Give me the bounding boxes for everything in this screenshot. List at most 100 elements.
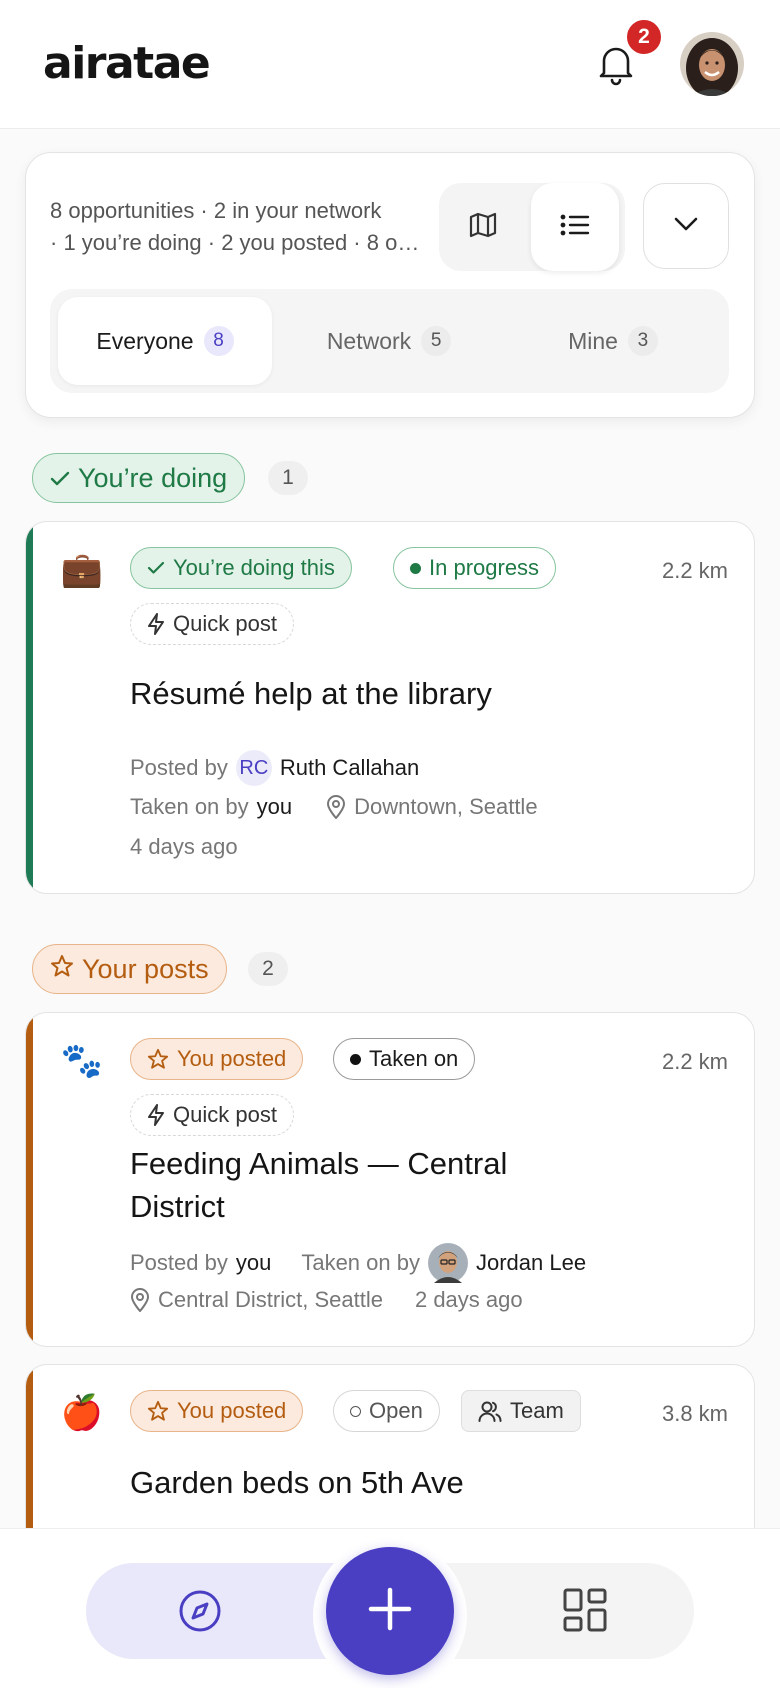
card-title-line-1: Feeding Animals — Central — [130, 1146, 508, 1181]
status-badge: In progress — [393, 547, 557, 589]
status-badge: You posted — [130, 1390, 304, 1432]
section-count: 1 — [268, 461, 308, 495]
map-view-button[interactable] — [439, 183, 527, 271]
status-dot — [350, 1053, 361, 1065]
tab-network[interactable]: Network 5 — [282, 297, 496, 385]
chip-label: You posted — [177, 1046, 287, 1071]
location-time: Central District, Seattle 2 days ago — [130, 1287, 523, 1313]
lightning-icon — [148, 613, 164, 635]
status-badge: Taken on — [333, 1038, 476, 1080]
status-dot — [350, 1405, 361, 1417]
star-icon — [147, 1048, 169, 1069]
poster-name: you — [235, 1250, 272, 1275]
check-icon — [50, 463, 70, 494]
posted-by: Posted by RC Ruth Callahan — [130, 750, 419, 786]
tab-mine[interactable]: Mine 3 — [506, 297, 720, 385]
notification-badge: 2 — [624, 17, 664, 57]
taker-name[interactable]: Jordan Lee — [476, 1250, 586, 1276]
filter-dropdown-button[interactable] — [643, 183, 729, 269]
plus-icon — [368, 1587, 412, 1636]
grid-icon[interactable] — [562, 1587, 608, 1633]
card-title[interactable]: Résumé help at the library — [130, 672, 492, 715]
distance: 2.2 km — [661, 558, 728, 583]
card-title[interactable]: Garden beds on 5th Ave — [130, 1461, 464, 1504]
bottom-nav — [0, 1528, 780, 1688]
status-badge: You’re doing this — [130, 547, 352, 589]
taken-on-by: Taken on by you Downtown, Seattle — [130, 794, 538, 820]
team-badge: Team — [461, 1390, 581, 1432]
location-pin-icon — [130, 1288, 150, 1312]
check-icon — [147, 561, 165, 574]
card-accent-stripe — [26, 1013, 33, 1346]
list-view-button[interactable] — [531, 183, 619, 271]
posted-by: Posted by you Taken on by Jordan Lee — [130, 1243, 586, 1283]
lightning-icon — [148, 1104, 164, 1126]
status-dot — [410, 562, 421, 574]
tab-count: 8 — [203, 326, 234, 356]
quick-post-badge: Quick post — [130, 603, 294, 645]
poster-name[interactable]: Ruth Callahan — [280, 755, 419, 781]
status-badge: Open — [333, 1390, 440, 1432]
summary-text: 8 opportunities · 2 in your network · 1 … — [50, 195, 422, 259]
summary-line-1: 8 opportunities · 2 in your network — [50, 198, 382, 223]
users-icon — [478, 1401, 502, 1422]
tab-count: 3 — [627, 326, 658, 356]
tab-label: Mine — [568, 327, 618, 354]
list-icon — [560, 212, 590, 243]
location-pin-icon — [327, 795, 346, 819]
audience-tabs: Everyone 8 Network 5 Mine 3 — [50, 289, 729, 393]
distance: 3.8 km — [661, 1401, 728, 1426]
app-header: airatae 2 — [0, 0, 780, 129]
apple-icon: 🍎 — [60, 1394, 104, 1432]
section-label: You’re doing — [78, 462, 228, 493]
chip-label: Quick post — [173, 1102, 277, 1127]
tab-label: Network — [326, 327, 412, 354]
summary-panel: 8 opportunities · 2 in your network · 1 … — [25, 152, 755, 418]
meta-label: Posted by — [130, 1250, 228, 1275]
meta-label: Taken on by — [130, 794, 249, 819]
card-title-line-2: District — [130, 1189, 225, 1224]
star-icon — [50, 954, 74, 985]
compass-icon[interactable] — [176, 1587, 224, 1635]
meta-label: Posted by — [130, 755, 228, 780]
avatar — [427, 1243, 468, 1283]
chip-label: Open — [369, 1398, 423, 1423]
tab-everyone[interactable]: Everyone 8 — [58, 297, 272, 385]
taker-name: you — [256, 794, 293, 819]
tab-label: Everyone — [96, 327, 194, 354]
chip-label: You’re doing this — [173, 555, 335, 580]
map-icon — [468, 210, 498, 245]
section-count: 2 — [248, 952, 288, 986]
section-doing-header[interactable]: You’re doing — [32, 453, 246, 503]
quick-post-badge: Quick post — [130, 1094, 294, 1136]
location: Downtown, Seattle — [354, 794, 538, 819]
location: Central District, Seattle — [158, 1287, 383, 1312]
card-title[interactable]: Feeding Animals — Central District — [130, 1142, 507, 1228]
distance: 2.2 km — [661, 1049, 728, 1074]
section-posts-header[interactable]: Your posts — [32, 944, 227, 994]
paw-prints-icon: 🐾 — [60, 1042, 104, 1080]
timestamp: 4 days ago — [130, 834, 238, 859]
card-accent-stripe — [26, 522, 33, 893]
opportunity-card[interactable]: 💼 You’re doing this In progress Quick po… — [25, 521, 755, 894]
summary-line-2: · 1 you’re doing · 2 you posted · 8 open — [50, 230, 422, 255]
chip-label: Team — [510, 1398, 564, 1423]
chip-label: You posted — [177, 1398, 287, 1423]
timestamp: 2 days ago — [414, 1287, 523, 1312]
tab-count: 5 — [421, 326, 452, 356]
create-post-button[interactable] — [326, 1547, 454, 1675]
meta-label: Taken on by — [301, 1250, 420, 1275]
chip-label: Taken on — [369, 1046, 459, 1071]
briefcase-icon: 💼 — [60, 551, 104, 589]
view-toggle — [439, 183, 625, 271]
user-avatar[interactable] — [680, 32, 744, 96]
star-icon — [147, 1400, 169, 1421]
chip-label: In progress — [429, 555, 540, 580]
status-badge: You posted — [130, 1038, 304, 1080]
section-label: Your posts — [82, 953, 209, 984]
chip-label: Quick post — [173, 611, 277, 636]
opportunity-card[interactable]: 🐾 You posted Taken on Quick post 2.2 km … — [25, 1012, 755, 1347]
avatar: RC — [235, 750, 272, 786]
app-logo[interactable]: airatae — [43, 38, 211, 89]
chevron-down-icon — [674, 217, 698, 236]
